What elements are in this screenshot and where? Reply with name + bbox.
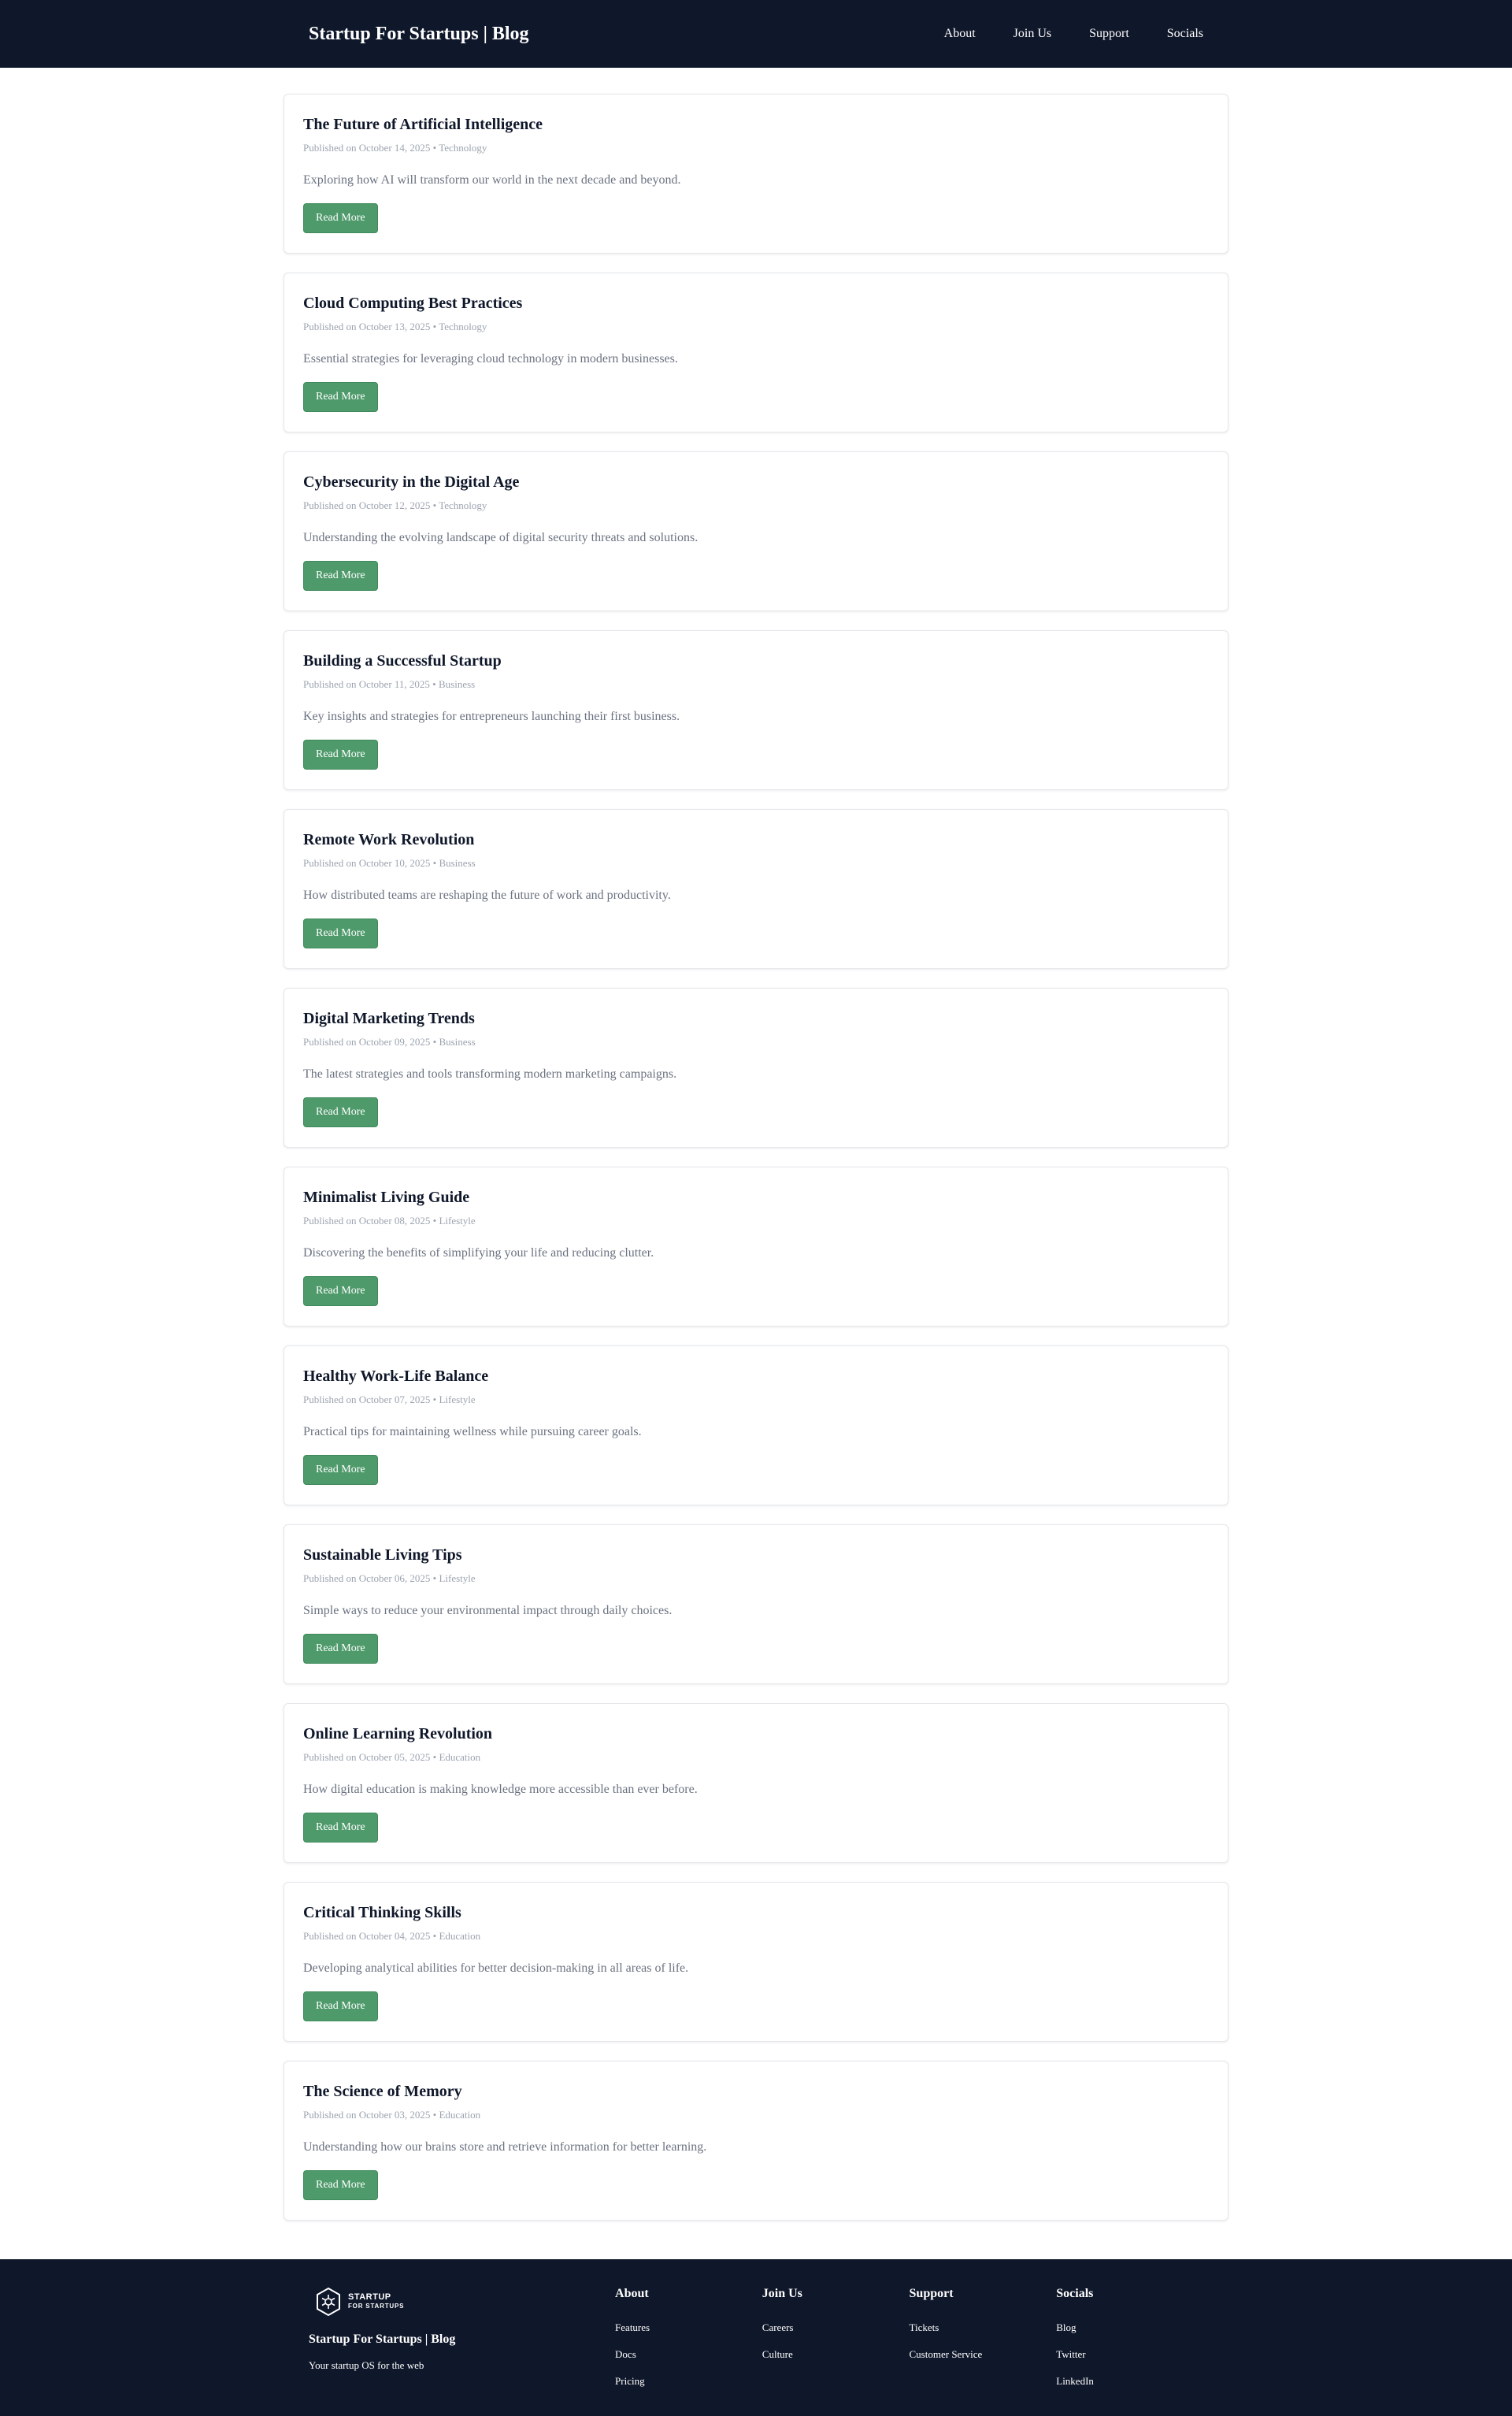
post-excerpt: How digital education is making knowledg…	[303, 1783, 698, 1796]
post-card: Minimalist Living Guide Published on Oct…	[284, 1167, 1228, 1327]
post-meta: Published on October 10, 2025 • Business	[303, 857, 476, 869]
site-title[interactable]: Startup For Startups | Blog	[309, 24, 529, 45]
post-meta: Published on October 12, 2025 • Technolo…	[303, 499, 487, 511]
post-card: Digital Marketing Trends Published on Oc…	[284, 988, 1228, 1148]
post-title: Cloud Computing Best Practices	[303, 295, 523, 312]
post-excerpt: Exploring how AI will transform our worl…	[303, 173, 681, 187]
post-excerpt: The latest strategies and tools transfor…	[303, 1067, 677, 1081]
post-card: Cybersecurity in the Digital Age Publish…	[284, 451, 1228, 611]
footer-col-join-us: Join Us Careers Culture	[762, 2287, 910, 2388]
footer-brand-title: Startup For Startups | Blog	[309, 2332, 456, 2346]
footer-inner: STARTUP FOR STARTUPS Startup For Startup…	[284, 2259, 1228, 2388]
main-nav: About Join Us Support Socials	[906, 27, 1203, 41]
header-inner: Startup For Startups | Blog About Join U…	[284, 0, 1228, 68]
post-excerpt: Discovering the benefits of simplifying …	[303, 1246, 654, 1260]
read-more-button[interactable]: Read More	[303, 919, 378, 948]
logo-line-1: STARTUP	[348, 2292, 391, 2302]
post-meta: Published on October 07, 2025 • Lifestyl…	[303, 1394, 476, 1405]
footer-col-title: About	[615, 2287, 649, 2300]
footer-col-support: Support Tickets Customer Service	[910, 2287, 1057, 2388]
post-excerpt: Simple ways to reduce your environmental…	[303, 1604, 673, 1617]
read-more-button[interactable]: Read More	[303, 1455, 378, 1485]
post-excerpt: Key insights and strategies for entrepre…	[303, 710, 680, 723]
read-more-button[interactable]: Read More	[303, 203, 378, 233]
logo-line-2: FOR STARTUPS	[348, 2303, 405, 2310]
post-meta: Published on October 06, 2025 • Lifestyl…	[303, 1572, 476, 1584]
footer-link-blog[interactable]: Blog	[1056, 2321, 1203, 2334]
post-card: Building a Successful Startup Published …	[284, 630, 1228, 790]
footer-link-careers[interactable]: Careers	[762, 2321, 910, 2334]
read-more-button[interactable]: Read More	[303, 1634, 378, 1664]
footer-link-docs[interactable]: Docs	[615, 2347, 762, 2361]
post-title: Healthy Work-Life Balance	[303, 1368, 489, 1385]
post-title: Building a Successful Startup	[303, 652, 502, 670]
post-card: Critical Thinking Skills Published on Oc…	[284, 1882, 1228, 2042]
post-meta: Published on October 04, 2025 • Educatio…	[303, 1930, 481, 1942]
read-more-button[interactable]: Read More	[303, 1276, 378, 1306]
site-header: Startup For Startups | Blog About Join U…	[0, 0, 1512, 68]
post-title: The Future of Artificial Intelligence	[303, 116, 543, 133]
footer-col-title: Support	[909, 2287, 954, 2300]
nav-support[interactable]: Support	[1089, 27, 1129, 41]
post-card: The Science of Memory Published on Octob…	[284, 2061, 1228, 2221]
post-card: Remote Work Revolution Published on Octo…	[284, 809, 1228, 969]
footer-col-about: About Features Docs Pricing	[615, 2287, 762, 2388]
nav-socials[interactable]: Socials	[1167, 27, 1203, 41]
footer-link-pricing[interactable]: Pricing	[615, 2374, 762, 2388]
post-excerpt: Practical tips for maintaining wellness …	[303, 1425, 642, 1438]
read-more-button[interactable]: Read More	[303, 561, 378, 591]
read-more-button[interactable]: Read More	[303, 1097, 378, 1127]
footer-tagline: Your startup OS for the web	[309, 2359, 424, 2371]
post-title: Online Learning Revolution	[303, 1725, 493, 1742]
read-more-button[interactable]: Read More	[303, 382, 378, 412]
post-title: Cybersecurity in the Digital Age	[303, 473, 520, 491]
post-card: Sustainable Living Tips Published on Oct…	[284, 1524, 1228, 1684]
post-card: Cloud Computing Best Practices Published…	[284, 273, 1228, 432]
footer-col-title: Join Us	[762, 2287, 802, 2300]
read-more-button[interactable]: Read More	[303, 2170, 378, 2200]
footer-link-twitter[interactable]: Twitter	[1056, 2347, 1203, 2361]
post-excerpt: Essential strategies for leveraging clou…	[303, 352, 678, 366]
hexagon-logo-icon	[317, 2287, 340, 2317]
post-meta: Published on October 03, 2025 • Educatio…	[303, 2109, 481, 2121]
footer-link-linkedin[interactable]: LinkedIn	[1056, 2374, 1203, 2388]
post-title: Critical Thinking Skills	[303, 1904, 461, 1921]
post-title: The Science of Memory	[303, 2083, 462, 2100]
post-title: Remote Work Revolution	[303, 831, 475, 848]
nav-join-us[interactable]: Join Us	[1014, 27, 1051, 41]
post-card: Healthy Work-Life Balance Published on O…	[284, 1345, 1228, 1505]
logo-wordmark: STARTUP FOR STARTUPS	[348, 2293, 404, 2310]
nav-about[interactable]: About	[944, 27, 976, 41]
post-meta: Published on October 09, 2025 • Business	[303, 1036, 476, 1048]
post-excerpt: Understanding how our brains store and r…	[303, 2140, 707, 2154]
post-title: Digital Marketing Trends	[303, 1010, 475, 1027]
post-excerpt: Developing analytical abilities for bett…	[303, 1961, 689, 1975]
footer-link-tickets[interactable]: Tickets	[910, 2321, 1057, 2334]
post-list: The Future of Artificial Intelligence Pu…	[284, 68, 1228, 2221]
post-card: Online Learning Revolution Published on …	[284, 1703, 1228, 1863]
post-title: Sustainable Living Tips	[303, 1546, 462, 1564]
footer-link-culture[interactable]: Culture	[762, 2347, 910, 2361]
read-more-button[interactable]: Read More	[303, 740, 378, 770]
footer-link-customer-service[interactable]: Customer Service	[910, 2347, 1057, 2361]
read-more-button[interactable]: Read More	[303, 1991, 378, 2021]
read-more-button[interactable]: Read More	[303, 1813, 378, 1843]
footer-col-socials: Socials Blog Twitter LinkedIn	[1056, 2287, 1203, 2388]
post-meta: Published on October 13, 2025 • Technolo…	[303, 321, 487, 332]
post-meta: Published on October 05, 2025 • Educatio…	[303, 1751, 481, 1763]
post-meta: Published on October 08, 2025 • Lifestyl…	[303, 1215, 476, 1227]
post-excerpt: How distributed teams are reshaping the …	[303, 889, 671, 902]
post-excerpt: Understanding the evolving landscape of …	[303, 531, 699, 544]
footer-col-title: Socials	[1056, 2287, 1094, 2300]
footer-logo[interactable]: STARTUP FOR STARTUPS	[315, 2287, 615, 2317]
footer-link-features[interactable]: Features	[615, 2321, 762, 2334]
post-meta: Published on October 14, 2025 • Technolo…	[303, 142, 487, 154]
footer-brand: STARTUP FOR STARTUPS Startup For Startup…	[309, 2287, 615, 2388]
post-title: Minimalist Living Guide	[303, 1189, 470, 1206]
post-meta: Published on October 11, 2025 • Business	[303, 678, 476, 690]
post-card: The Future of Artificial Intelligence Pu…	[284, 94, 1228, 254]
site-footer: STARTUP FOR STARTUPS Startup For Startup…	[0, 2259, 1512, 2416]
